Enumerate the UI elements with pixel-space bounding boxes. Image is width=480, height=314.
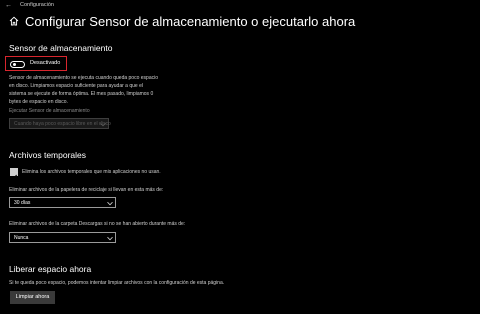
chevron-down-icon <box>100 122 106 126</box>
select-value: Nunca <box>14 234 29 241</box>
recycle-bin-label: Eliminar archivos de la papelera de reci… <box>9 187 164 193</box>
description-line: en disco. Limpiamos espacio suficiente p… <box>9 83 143 89</box>
free-space-description: Si te queda poco espacio, podemos intent… <box>9 280 225 286</box>
storage-sense-toggle-highlight: Desactivado <box>5 56 67 71</box>
app-title: Configuración <box>20 2 54 8</box>
delete-temp-files-label: Elimina los archivos temporales que mis … <box>22 169 161 175</box>
toggle-knob <box>13 63 16 66</box>
title-bar: ← Configuración <box>0 0 480 12</box>
description-line: sistema se ejecute de forma óptima. El m… <box>9 91 154 97</box>
recycle-bin-select[interactable]: 30 días <box>9 197 116 208</box>
checkmark-icon <box>11 174 17 180</box>
clean-now-button[interactable]: Limpiar ahora <box>10 291 55 304</box>
chevron-down-icon <box>107 236 113 240</box>
downloads-select[interactable]: Nunca <box>9 232 116 243</box>
storage-sense-toggle[interactable] <box>10 60 25 68</box>
toggle-label: Desactivado <box>30 60 61 66</box>
free-space-heading: Liberar espacio ahora <box>9 264 92 274</box>
description-line: bytes de espacio en disco. <box>9 99 68 105</box>
clean-now-label: Limpiar ahora <box>15 294 50 300</box>
page-title: Configurar Sensor de almacenamiento o ej… <box>25 14 356 29</box>
storage-sense-heading: Sensor de almacenamiento <box>9 43 113 53</box>
storage-sense-description: Sensor de almacenamiento se ejecuta cuan… <box>9 74 209 106</box>
downloads-label: Eliminar archivos de la carpeta Descarga… <box>9 221 186 227</box>
select-value: 30 días <box>14 199 31 206</box>
run-storage-sense-label: Ejecutar Sensor de almacenamiento <box>9 108 90 114</box>
home-icon[interactable] <box>9 16 19 26</box>
select-value: Cuando haya poco espacio libre en el dis… <box>14 120 111 127</box>
delete-temp-files-checkbox[interactable] <box>10 168 18 180</box>
arrow-left-icon[interactable]: ← <box>5 1 12 10</box>
description-line: Sensor de almacenamiento se ejecuta cuan… <box>9 75 158 81</box>
chevron-down-icon <box>107 201 113 205</box>
temp-files-heading: Archivos temporales <box>9 150 87 160</box>
run-storage-sense-select[interactable]: Cuando haya poco espacio libre en el dis… <box>9 118 111 129</box>
